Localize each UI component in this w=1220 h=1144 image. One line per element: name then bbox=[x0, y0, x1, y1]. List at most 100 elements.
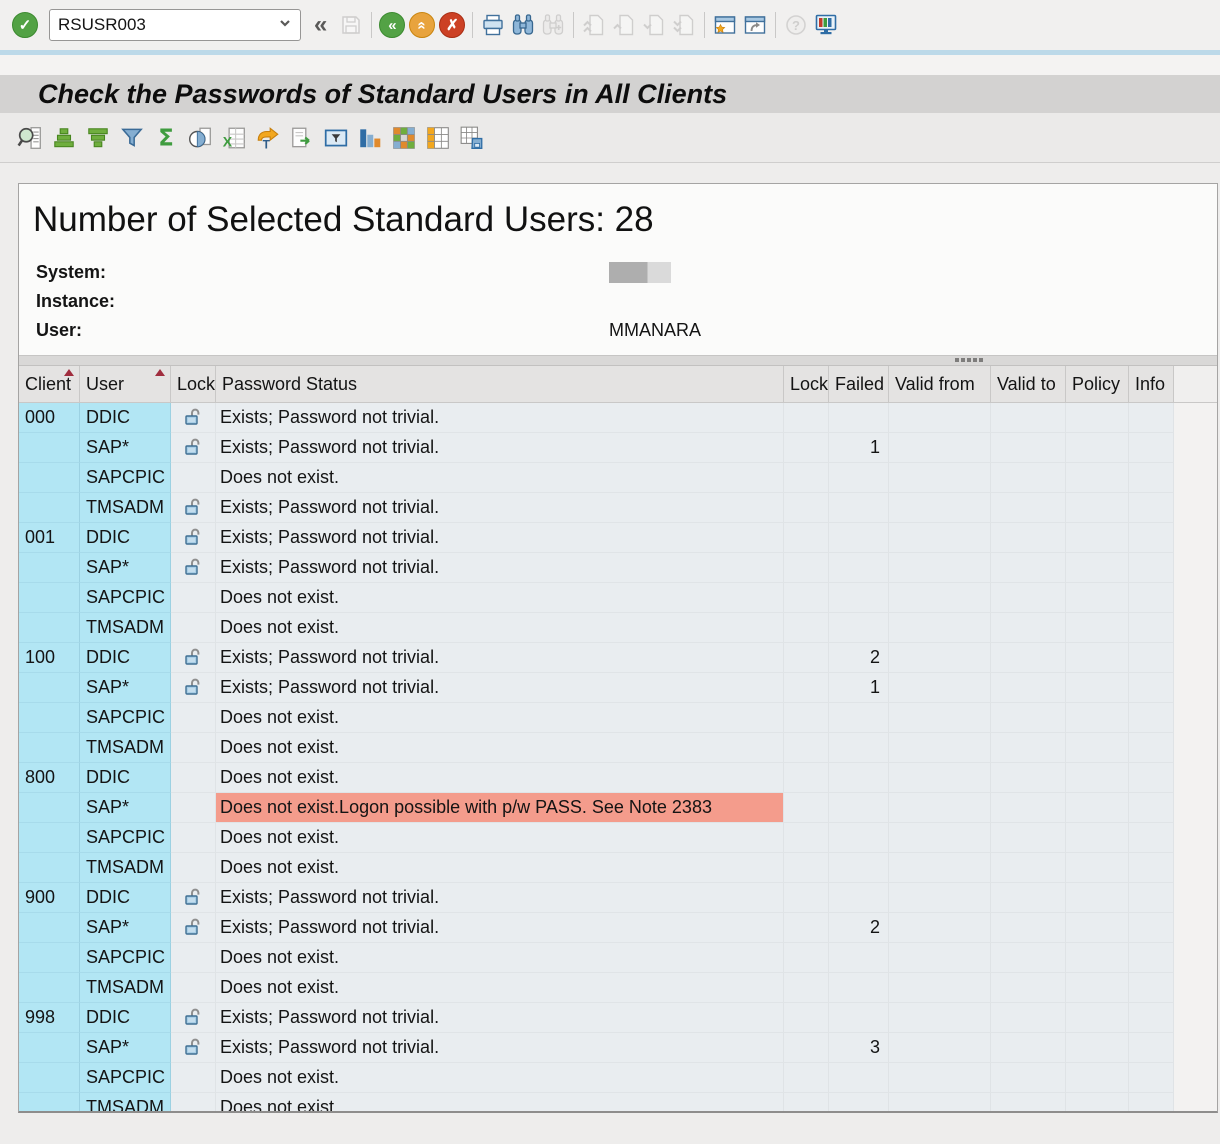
cell-valid-from bbox=[889, 523, 991, 553]
row-filler bbox=[1174, 763, 1217, 793]
column-header-info[interactable]: Info bbox=[1129, 366, 1174, 403]
word-processing-icon[interactable]: T bbox=[252, 121, 283, 155]
cell-valid-to bbox=[991, 1063, 1066, 1093]
table-row[interactable]: SAP*Exists; Password not trivial.1 bbox=[19, 673, 1217, 703]
table-row[interactable]: 000DDICExists; Password not trivial. bbox=[19, 403, 1217, 433]
column-header-client[interactable]: Client bbox=[19, 366, 80, 403]
cell-password-status: Exists; Password not trivial. bbox=[216, 1033, 784, 1063]
title-bar: Check the Passwords of Standard Users in… bbox=[0, 75, 1220, 113]
cell-policy bbox=[1066, 673, 1129, 703]
list-details-icon[interactable] bbox=[14, 121, 45, 155]
filter-icon[interactable] bbox=[116, 121, 147, 155]
splitter-handle[interactable] bbox=[19, 355, 1217, 366]
find-icon[interactable] bbox=[508, 10, 538, 40]
table-row[interactable]: SAPCPICDoes not exist. bbox=[19, 583, 1217, 613]
exit-icon[interactable]: « bbox=[407, 10, 437, 40]
table-row[interactable]: SAP*Exists; Password not trivial.3 bbox=[19, 1033, 1217, 1063]
table-row[interactable]: SAPCPICDoes not exist. bbox=[19, 463, 1217, 493]
sort-ascending-icon[interactable] bbox=[48, 121, 79, 155]
gui-settings-icon[interactable] bbox=[811, 10, 841, 40]
sort-descending-icon[interactable] bbox=[82, 121, 113, 155]
cell-failed: 2 bbox=[829, 913, 889, 943]
table-row[interactable]: 001DDICExists; Password not trivial. bbox=[19, 523, 1217, 553]
row-filler bbox=[1174, 883, 1217, 913]
table-row[interactable]: SAP*Does not exist.Logon possible with p… bbox=[19, 793, 1217, 823]
cell-lock2 bbox=[784, 1093, 829, 1113]
table-row[interactable]: TMSADMDoes not exist. bbox=[19, 613, 1217, 643]
cell-valid-from bbox=[889, 673, 991, 703]
cell-lock bbox=[171, 793, 216, 823]
cell-valid-from bbox=[889, 793, 991, 823]
cell-policy bbox=[1066, 523, 1129, 553]
change-layout-icon[interactable] bbox=[422, 121, 453, 155]
cell-user: SAP* bbox=[80, 793, 171, 823]
cell-valid-from bbox=[889, 553, 991, 583]
cell-client bbox=[19, 733, 80, 763]
cell-valid-from bbox=[889, 763, 991, 793]
column-header-failed[interactable]: Failed bbox=[829, 366, 889, 403]
cell-valid-to bbox=[991, 1093, 1066, 1113]
cell-lock2 bbox=[784, 883, 829, 913]
chevron-down-icon[interactable] bbox=[278, 16, 292, 35]
column-header-lock2[interactable]: Lock bbox=[784, 366, 829, 403]
cell-valid-to bbox=[991, 433, 1066, 463]
table-row[interactable]: SAPCPICDoes not exist. bbox=[19, 1063, 1217, 1093]
cell-lock bbox=[171, 493, 216, 523]
user-label: User: bbox=[36, 320, 609, 341]
column-header-lock[interactable]: Lock bbox=[171, 366, 216, 403]
table-row[interactable]: SAP*Exists; Password not trivial.2 bbox=[19, 913, 1217, 943]
toolbar-separator bbox=[704, 12, 705, 38]
new-session-icon[interactable] bbox=[710, 10, 740, 40]
table-row[interactable]: TMSADMDoes not exist. bbox=[19, 973, 1217, 1003]
table-row[interactable]: TMSADMDoes not exist. bbox=[19, 853, 1217, 883]
cell-lock2 bbox=[784, 553, 829, 583]
cancel-icon[interactable]: ✗ bbox=[437, 10, 467, 40]
command-field[interactable] bbox=[49, 9, 301, 41]
export-spreadsheet-icon[interactable]: X bbox=[218, 121, 249, 155]
table-row[interactable]: 800DDICDoes not exist. bbox=[19, 763, 1217, 793]
unlocked-padlock-icon bbox=[183, 1037, 204, 1059]
checkmark-icon: ✓ bbox=[12, 12, 38, 38]
cell-failed bbox=[829, 523, 889, 553]
column-header-policy[interactable]: Policy bbox=[1066, 366, 1129, 403]
column-header-password_status[interactable]: Password Status bbox=[216, 366, 784, 403]
table-row[interactable]: TMSADMExists; Password not trivial. bbox=[19, 493, 1217, 523]
choose-layout-icon[interactable] bbox=[388, 121, 419, 155]
collapse-icon[interactable]: « bbox=[310, 11, 331, 39]
column-header-valid_to[interactable]: Valid to bbox=[991, 366, 1066, 403]
table-row[interactable]: 998DDICExists; Password not trivial. bbox=[19, 1003, 1217, 1033]
cell-client bbox=[19, 973, 80, 1003]
column-header-user[interactable]: User bbox=[80, 366, 171, 403]
table-row[interactable]: 900DDICExists; Password not trivial. bbox=[19, 883, 1217, 913]
table-row[interactable]: 100DDICExists; Password not trivial.2 bbox=[19, 643, 1217, 673]
row-filler bbox=[1174, 433, 1217, 463]
cell-user: SAPCPIC bbox=[80, 1063, 171, 1093]
mail-recipient-icon[interactable] bbox=[320, 121, 351, 155]
table-row[interactable]: SAPCPICDoes not exist. bbox=[19, 703, 1217, 733]
help-icon: ? bbox=[781, 10, 811, 40]
enter-icon[interactable]: ✓ bbox=[10, 10, 40, 40]
column-header-valid_from[interactable]: Valid from bbox=[889, 366, 991, 403]
print-icon[interactable] bbox=[478, 10, 508, 40]
create-shortcut-icon[interactable] bbox=[740, 10, 770, 40]
local-file-icon[interactable] bbox=[286, 121, 317, 155]
table-row[interactable]: SAP*Exists; Password not trivial. bbox=[19, 553, 1217, 583]
graphic-icon[interactable] bbox=[354, 121, 385, 155]
back-icon[interactable]: « bbox=[377, 10, 407, 40]
total-icon[interactable]: Σ bbox=[150, 121, 181, 155]
command-input[interactable] bbox=[58, 15, 278, 35]
subtotals-icon[interactable] bbox=[184, 121, 215, 155]
cell-lock bbox=[171, 763, 216, 793]
save-layout-icon[interactable] bbox=[456, 121, 487, 155]
page-title: Check the Passwords of Standard Users in… bbox=[38, 79, 727, 110]
cell-lock2 bbox=[784, 673, 829, 703]
table-row[interactable]: TMSADMDoes not exist. bbox=[19, 1093, 1217, 1113]
table-row[interactable]: SAPCPICDoes not exist. bbox=[19, 943, 1217, 973]
cell-lock2 bbox=[784, 973, 829, 1003]
cell-lock2 bbox=[784, 643, 829, 673]
table-row[interactable]: SAP*Exists; Password not trivial.1 bbox=[19, 433, 1217, 463]
cell-info bbox=[1129, 553, 1174, 583]
cell-password-status: Does not exist. bbox=[216, 943, 784, 973]
table-row[interactable]: SAPCPICDoes not exist. bbox=[19, 823, 1217, 853]
table-row[interactable]: TMSADMDoes not exist. bbox=[19, 733, 1217, 763]
